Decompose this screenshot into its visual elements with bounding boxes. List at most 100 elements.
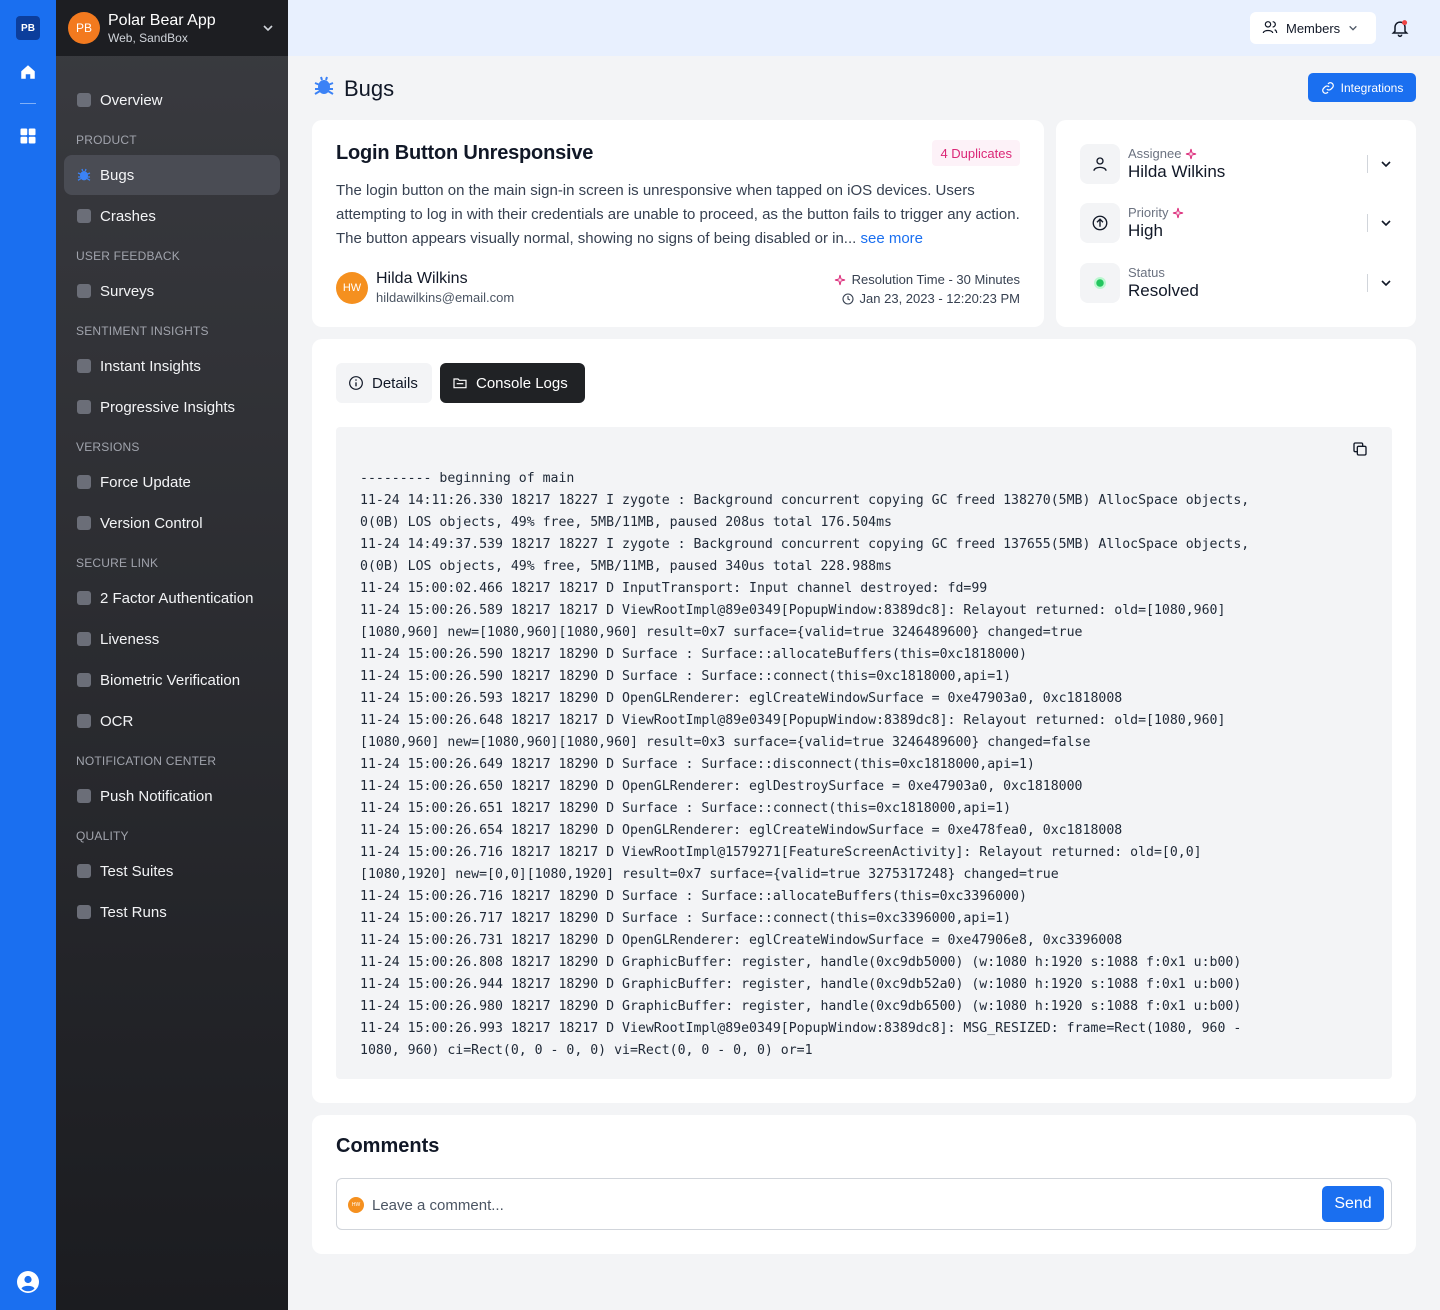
sidebar-item-label: Push Notification [100,787,213,805]
assignee-select[interactable]: Assignee Hilda Wilkins [1080,144,1392,184]
sidebar-item-label: Test Runs [100,903,167,921]
comment-composer: HW Send [336,1178,1392,1230]
bug-timestamp: Jan 23, 2023 - 12:20:23 PM [859,291,1020,306]
integrations-label: Integrations [1340,80,1404,95]
bug-title: Login Button Unresponsive [336,142,594,164]
log-line: 11-24 15:00:26.944 18217 18290 D Graphic… [360,977,1242,992]
users-icon [1262,19,1278,38]
sidebar-item-force-update[interactable]: Force Update [64,462,280,502]
sidebar-item-label: Test Suites [100,862,174,880]
comments-title: Comments [336,1135,440,1157]
sidebar-item-bugs[interactable]: Bugs [64,155,280,195]
notification-bell-icon[interactable] [1390,18,1410,38]
sidebar-item-instant-insights[interactable]: Instant Insights [64,346,280,386]
sidebar-item-test-runs[interactable]: Test Runs [64,892,280,932]
home-icon[interactable] [18,62,38,82]
tab-label: Details [372,374,418,392]
chevron-down-icon[interactable] [1380,217,1392,229]
ocr-icon [76,713,92,729]
sidebar-item-biometric[interactable]: Biometric Verification [64,660,280,700]
sidebar-item-liveness[interactable]: Liveness [64,619,280,659]
sidebar-item-label: Biometric Verification [100,671,241,689]
log-line: 11-24 15:00:26.716 18217 18290 D Surface… [360,889,1027,904]
arrow-up-circle-icon [1080,203,1120,243]
log-line: 11-24 15:00:26.593 18217 18290 D OpenGLR… [360,691,1123,706]
tab-label: Console Logs [476,374,568,392]
apps-grid-icon[interactable] [18,126,38,146]
status-dot-icon [1080,263,1120,303]
section-user-feedback: USER FEEDBACK [76,249,180,263]
chevron-down-icon[interactable] [1380,277,1392,289]
sidebar-item-push-notification[interactable]: Push Notification [64,776,280,816]
bug-icon [76,167,92,183]
integrations-button[interactable]: Integrations [1308,73,1416,102]
sidebar-item-label: Overview [100,91,163,109]
tab-details[interactable]: Details [336,363,432,403]
log-line: 11-24 14:49:37.539 18217 18227 I zygote … [360,537,1250,552]
send-button[interactable]: Send [1322,1186,1384,1222]
see-more-link[interactable]: see more [860,230,923,247]
sidebar-item-version-control[interactable]: Version Control [64,503,280,543]
assignee-value: Hilda Wilkins [1128,162,1226,181]
icon-rail: PB [0,0,56,1310]
log-line: 11-24 15:00:26.731 18217 18290 D OpenGLR… [360,933,1123,948]
version-control-icon [76,515,92,531]
test-suites-icon [76,863,92,879]
status-select[interactable]: Status Resolved [1080,263,1392,303]
user-icon [1080,144,1120,184]
status-label: Status [1128,265,1165,280]
log-line: 11-24 15:00:26.980 18217 18290 D Graphic… [360,999,1242,1014]
sidebar-item-label: Force Update [100,473,191,491]
members-button[interactable]: Members [1250,12,1376,44]
log-line: 0(0B) LOS objects, 49% free, 5MB/11MB, p… [360,515,892,530]
user-profile-icon[interactable] [16,1270,40,1294]
clock-icon [841,292,854,305]
sidebar-item-ocr[interactable]: OCR [64,701,280,741]
app-switcher[interactable]: PB Polar Bear App Web, SandBox [56,0,288,56]
sidebar-item-progressive-insights[interactable]: Progressive Insights [64,387,280,427]
sparkle-icon [1173,207,1184,218]
bug-icon [312,74,336,103]
chevron-down-icon[interactable] [1380,158,1392,170]
bug-attributes-card: Assignee Hilda Wilkins Priority High Sta… [1056,120,1416,327]
reporter: HW Hilda Wilkins hildawilkins@email.com [336,270,514,305]
crash-icon [76,208,92,224]
resolution-time: Resolution Time - 30 Minutes [851,272,1020,287]
log-line: [1080,960] new=[1080,960][1080,960] resu… [360,735,1091,750]
sidebar-item-surveys[interactable]: Surveys [64,271,280,311]
chevron-down-icon [1348,21,1358,36]
section-product: PRODUCT [76,133,137,147]
log-line: --------- beginning of main [360,471,575,486]
sidebar-item-label: Version Control [100,514,203,532]
rail-logo[interactable]: PB [16,16,40,40]
sidebar-item-label: Crashes [100,207,156,225]
duplicates-badge[interactable]: 4 Duplicates [932,140,1020,166]
divider [1367,274,1368,292]
priority-value: High [1128,221,1163,240]
sidebar-item-crashes[interactable]: Crashes [64,196,280,236]
log-line: 1080, 960) ci=Rect(0, 0 - 0, 0) vi=Rect(… [360,1043,813,1058]
sidebar-item-2fa[interactable]: 2 Factor Authentication [64,578,280,618]
sidebar-item-label: 2 Factor Authentication [100,589,254,607]
sidebar-item-label: Bugs [100,166,135,184]
log-line: 11-24 15:00:26.590 18217 18290 D Surface… [360,647,1027,662]
reporter-email: hildawilkins@email.com [376,290,515,305]
avatar: HW [348,1197,364,1213]
sidebar-item-overview[interactable]: Overview [64,80,280,120]
section-sentiment-insights: SENTIMENT INSIGHTS [76,324,209,338]
tab-console-logs[interactable]: Console Logs [440,363,585,403]
force-update-icon [76,474,92,490]
sidebar-item-label: Surveys [100,282,155,300]
sidebar-item-label: Progressive Insights [100,398,236,416]
copy-icon[interactable] [1352,441,1368,457]
info-icon [349,376,363,390]
sidebar-item-test-suites[interactable]: Test Suites [64,851,280,891]
priority-select[interactable]: Priority High [1080,203,1392,243]
comment-input[interactable] [372,1192,1312,1218]
sidebar-item-label: Liveness [100,630,160,648]
chevron-down-icon[interactable] [262,21,274,39]
log-line: 11-24 15:00:26.589 18217 18217 D ViewRoo… [360,603,1226,618]
console-log-panel: --------- beginning of main 11-24 14:11:2… [336,427,1392,1079]
divider [1367,214,1368,232]
sidebar-item-label: Instant Insights [100,357,201,375]
